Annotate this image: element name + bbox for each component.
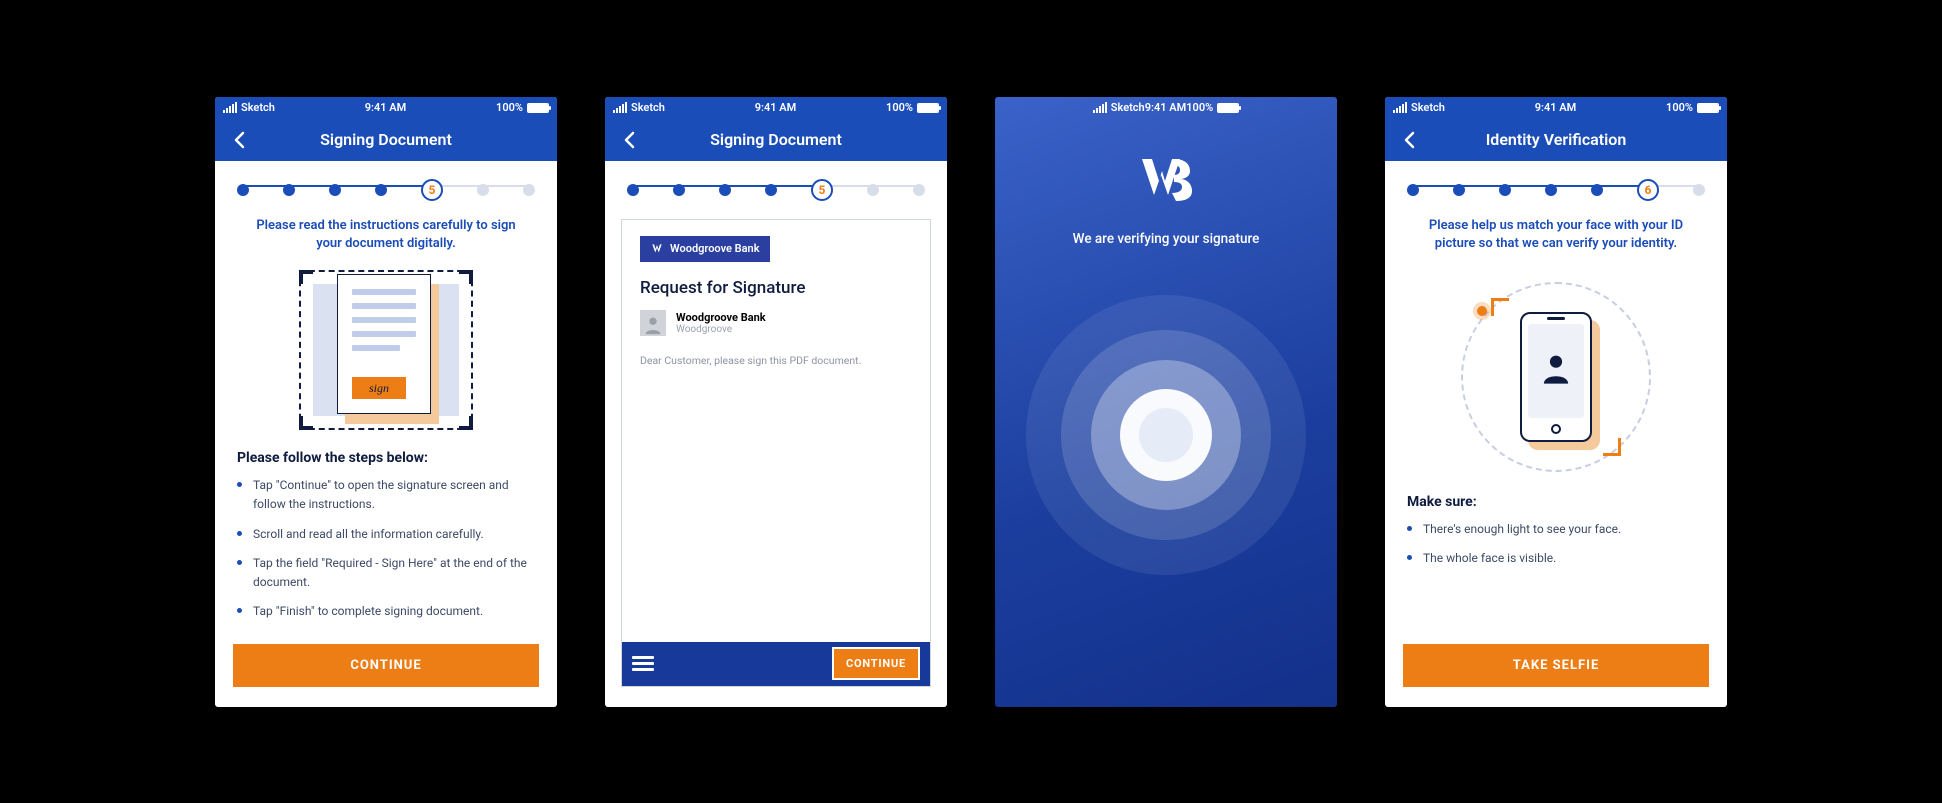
step-dot-5	[1591, 184, 1603, 196]
steps-list: Tap "Continue" to open the signature scr…	[215, 472, 557, 627]
take-selfie-button[interactable]: TAKE SELFIE	[1403, 644, 1709, 687]
step-item: The whole face is visible.	[1423, 545, 1705, 568]
signal-icon	[1393, 102, 1407, 113]
selfie-illustration	[1385, 264, 1727, 480]
battery-icon	[1217, 103, 1239, 113]
step-dot-6-current: 6	[1637, 179, 1659, 201]
page-title: Signing Document	[215, 130, 557, 149]
battery-icon	[1697, 103, 1719, 113]
status-bar: Sketch 9:41 AM 100%	[605, 97, 947, 119]
battery-label: 100%	[1666, 101, 1693, 114]
paper-icon: sign	[337, 274, 431, 414]
avatar-icon	[640, 310, 666, 336]
signal-icon	[613, 102, 627, 113]
progress-stepper: 6	[1385, 161, 1727, 209]
carrier-label: Sketch	[631, 101, 665, 114]
step-dot-1	[237, 184, 249, 196]
document-body[interactable]: Woodgroove Bank Request for Signature Wo…	[622, 220, 930, 642]
step-dot-5-current: 5	[811, 179, 833, 201]
recording-dot-icon	[1477, 306, 1487, 316]
document-message: Dear Customer, please sign this PDF docu…	[640, 354, 912, 367]
step-dot-1	[1407, 184, 1419, 196]
screen-signing-instructions: Sketch 9:41 AM 100% Signing Document 5 P…	[215, 97, 557, 707]
loading-ripple-icon	[1026, 295, 1306, 575]
document-toolbar: CONTINUE	[622, 642, 930, 686]
step-item: Scroll and read all the information care…	[253, 521, 535, 544]
screen-identity-verification: Sketch 9:41 AM 100% Identity Verificatio…	[1385, 97, 1727, 707]
battery-label: 100%	[1186, 101, 1213, 114]
person-icon	[1541, 352, 1571, 390]
step-item: Tap "Finish" to complete signing documen…	[253, 598, 535, 621]
step-dot-3	[719, 184, 731, 196]
carrier-label: Sketch	[1111, 101, 1145, 114]
carrier-label: Sketch	[241, 101, 275, 114]
step-dot-2	[673, 184, 685, 196]
status-bar: Sketch 9:41 AM 100%	[1085, 97, 1247, 119]
step-dot-7	[1693, 184, 1705, 196]
signal-icon	[1093, 102, 1107, 113]
clock: 9:41 AM	[755, 101, 797, 114]
instruction-text: Please help us match your face with your…	[1385, 209, 1727, 265]
step-dot-4	[1545, 184, 1557, 196]
step-dot-7	[523, 184, 535, 196]
menu-button[interactable]	[632, 653, 654, 674]
page-title: Signing Document	[605, 130, 947, 149]
continue-button[interactable]: CONTINUE	[832, 647, 920, 680]
signal-icon	[223, 102, 237, 113]
requester-sub: Woodgroove	[676, 324, 766, 335]
phone-icon	[1520, 312, 1592, 442]
battery-label: 100%	[886, 101, 913, 114]
verifying-message: We are verifying your signature	[1073, 231, 1260, 247]
clock: 9:41 AM	[365, 101, 407, 114]
battery-icon	[527, 103, 549, 113]
app-header: Signing Document	[215, 119, 557, 161]
steps-heading: Make sure:	[1385, 480, 1727, 516]
bank-name: Woodgroove Bank	[670, 242, 760, 255]
sign-tag: sign	[352, 377, 406, 399]
battery-icon	[917, 103, 939, 113]
bank-logo-badge: Woodgroove Bank	[640, 236, 770, 262]
document-illustration: sign	[215, 264, 557, 436]
requester-row: Woodgroove Bank Woodgroove	[640, 310, 912, 336]
instruction-text: Please read the instructions carefully t…	[215, 209, 557, 265]
progress-stepper: 5	[605, 161, 947, 209]
battery-label: 100%	[496, 101, 523, 114]
clock: 9:41 AM	[1145, 101, 1187, 114]
carrier-label: Sketch	[1411, 101, 1445, 114]
steps-heading: Please follow the steps below:	[215, 436, 557, 472]
step-dot-3	[329, 184, 341, 196]
step-dot-3	[1499, 184, 1511, 196]
step-dot-5-current: 5	[421, 179, 443, 201]
step-dot-4	[375, 184, 387, 196]
step-dot-6	[867, 184, 879, 196]
screen-verifying: Sketch 9:41 AM 100% We are verifying you…	[995, 97, 1337, 707]
app-header: Identity Verification	[1385, 119, 1727, 161]
step-dot-7	[913, 184, 925, 196]
requester-name: Woodgroove Bank	[676, 311, 766, 324]
progress-stepper: 5	[215, 161, 557, 209]
step-dot-2	[283, 184, 295, 196]
request-title: Request for Signature	[640, 278, 912, 298]
app-header: Signing Document	[605, 119, 947, 161]
status-bar: Sketch 9:41 AM 100%	[1385, 97, 1727, 119]
status-bar: Sketch 9:41 AM 100%	[215, 97, 557, 119]
steps-list: There's enough light to see your face. T…	[1385, 516, 1727, 574]
frame-corner-icon	[1491, 298, 1509, 316]
step-item: There's enough light to see your face.	[1423, 516, 1705, 539]
brand-logo-icon	[1138, 155, 1194, 207]
step-dot-2	[1453, 184, 1465, 196]
continue-button[interactable]: CONTINUE	[233, 644, 539, 687]
frame-corner-icon	[1603, 438, 1621, 456]
page-title: Identity Verification	[1385, 130, 1727, 149]
screen-signature-request: Sketch 9:41 AM 100% Signing Document 5 W…	[605, 97, 947, 707]
step-dot-4	[765, 184, 777, 196]
step-dot-1	[627, 184, 639, 196]
bank-logo-icon	[650, 242, 664, 256]
embedded-document: Woodgroove Bank Request for Signature Wo…	[621, 219, 931, 687]
step-dot-6	[477, 184, 489, 196]
step-item: Tap "Continue" to open the signature scr…	[253, 472, 535, 514]
step-item: Tap the field "Required - Sign Here" at …	[253, 550, 535, 592]
clock: 9:41 AM	[1535, 101, 1577, 114]
